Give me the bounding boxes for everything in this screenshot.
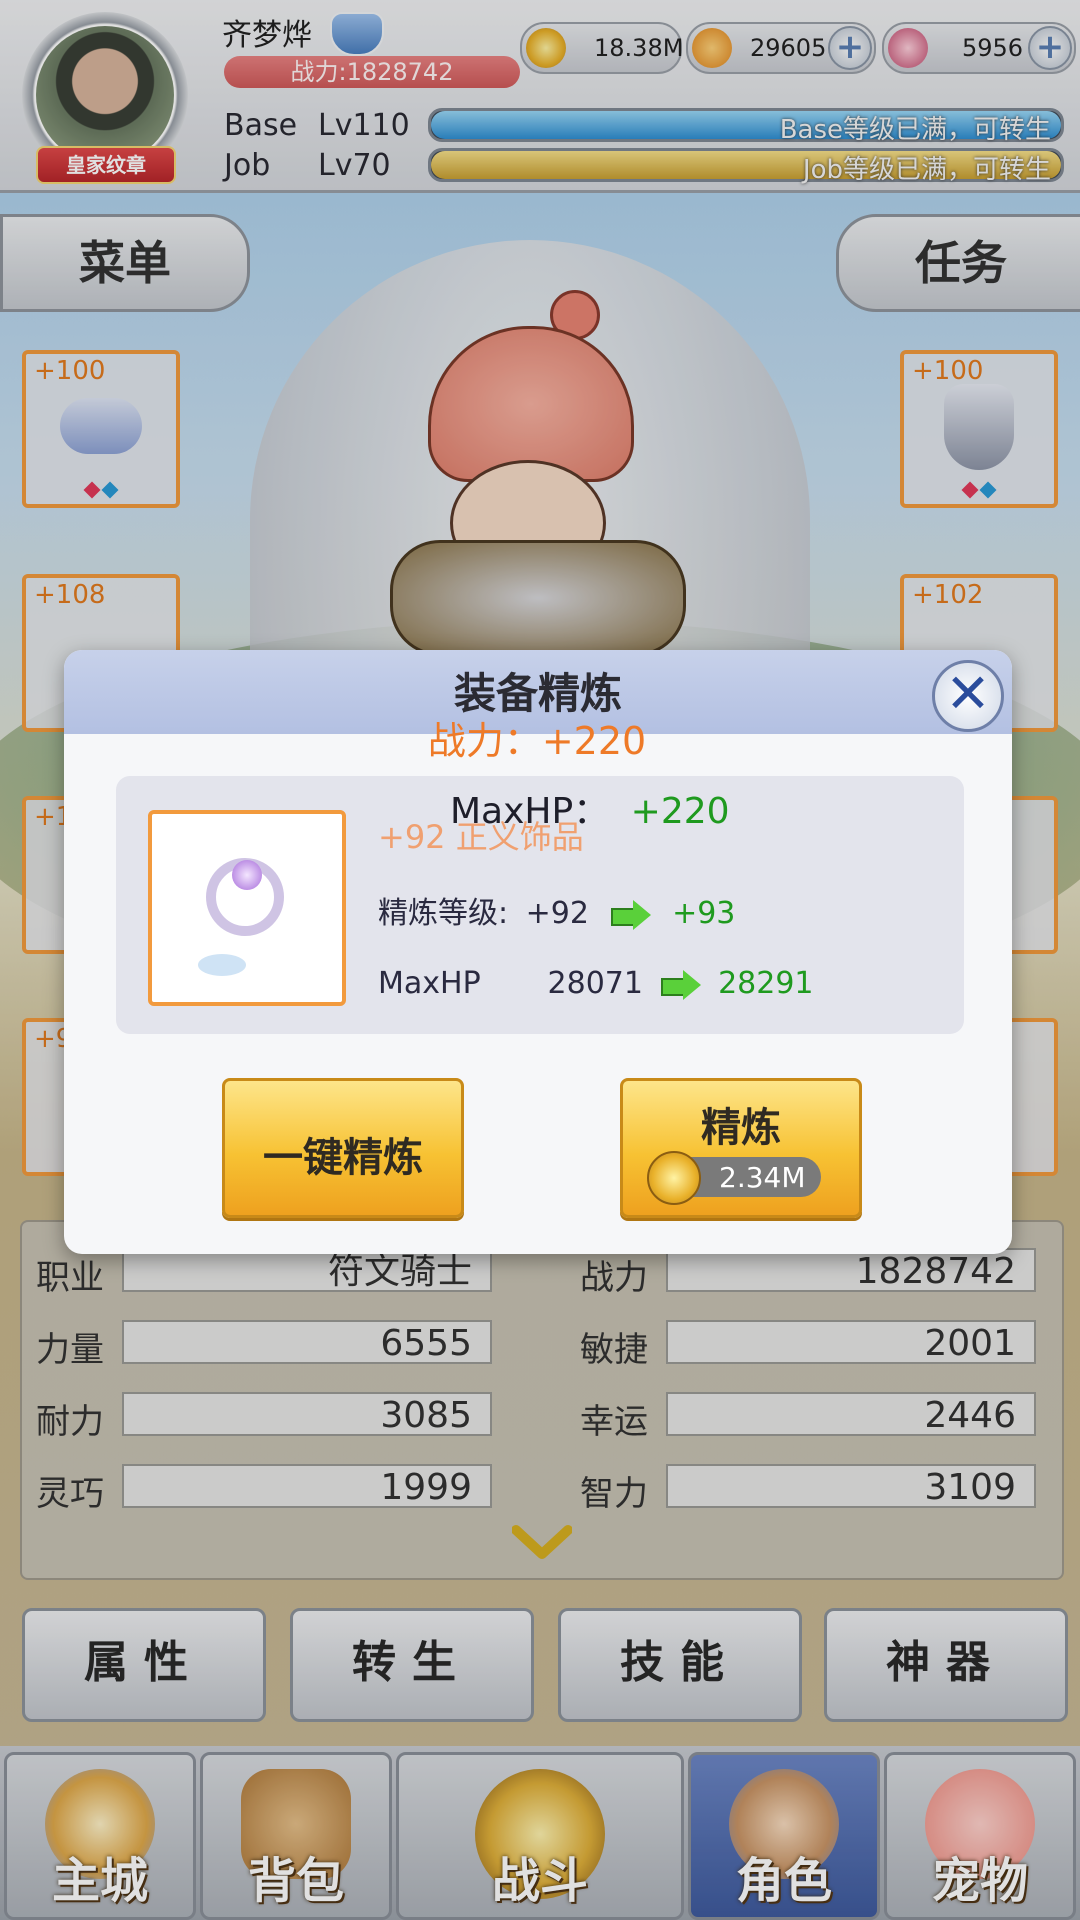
refine-level-label: 精炼等级:: [378, 896, 509, 931]
maxhp-to: 28291: [718, 966, 814, 1001]
cloud-icon: [198, 954, 246, 976]
close-button[interactable]: ✕: [932, 660, 1004, 732]
one-click-refine-label: 一键精炼: [263, 1135, 423, 1181]
ring-gem-icon: [232, 860, 262, 890]
refine-label: 精炼: [701, 1105, 781, 1151]
maxhp-row: MaxHP 28071 28291: [378, 966, 814, 1001]
refine-cost-value: 2.34M: [719, 1161, 806, 1194]
maxhp-gain-value: +220: [630, 791, 730, 832]
refine-dialog: 装备精炼 ✕ 战力：+220 MaxHP： +220 +92 正义饰品 精炼等级…: [64, 650, 1012, 1254]
zeny-coin-icon: [647, 1151, 701, 1205]
power-gain-toast: 战力：+220: [427, 719, 647, 763]
arrow-right-icon: [610, 899, 651, 930]
refine-level-to: +93: [672, 896, 736, 931]
one-click-refine-button[interactable]: 一键精炼: [222, 1078, 464, 1218]
arrow-right-icon: [660, 969, 701, 1000]
maxhp-label: MaxHP: [378, 966, 481, 1001]
item-name: +92 正义饰品: [378, 818, 584, 856]
maxhp-from: 28071: [547, 966, 643, 1001]
refine-item-slot[interactable]: [148, 810, 346, 1006]
refine-level-row: 精炼等级: +92 +93: [378, 888, 735, 932]
refine-level-from: +92: [525, 896, 589, 931]
refine-button[interactable]: 精炼 2.34M: [620, 1078, 862, 1218]
